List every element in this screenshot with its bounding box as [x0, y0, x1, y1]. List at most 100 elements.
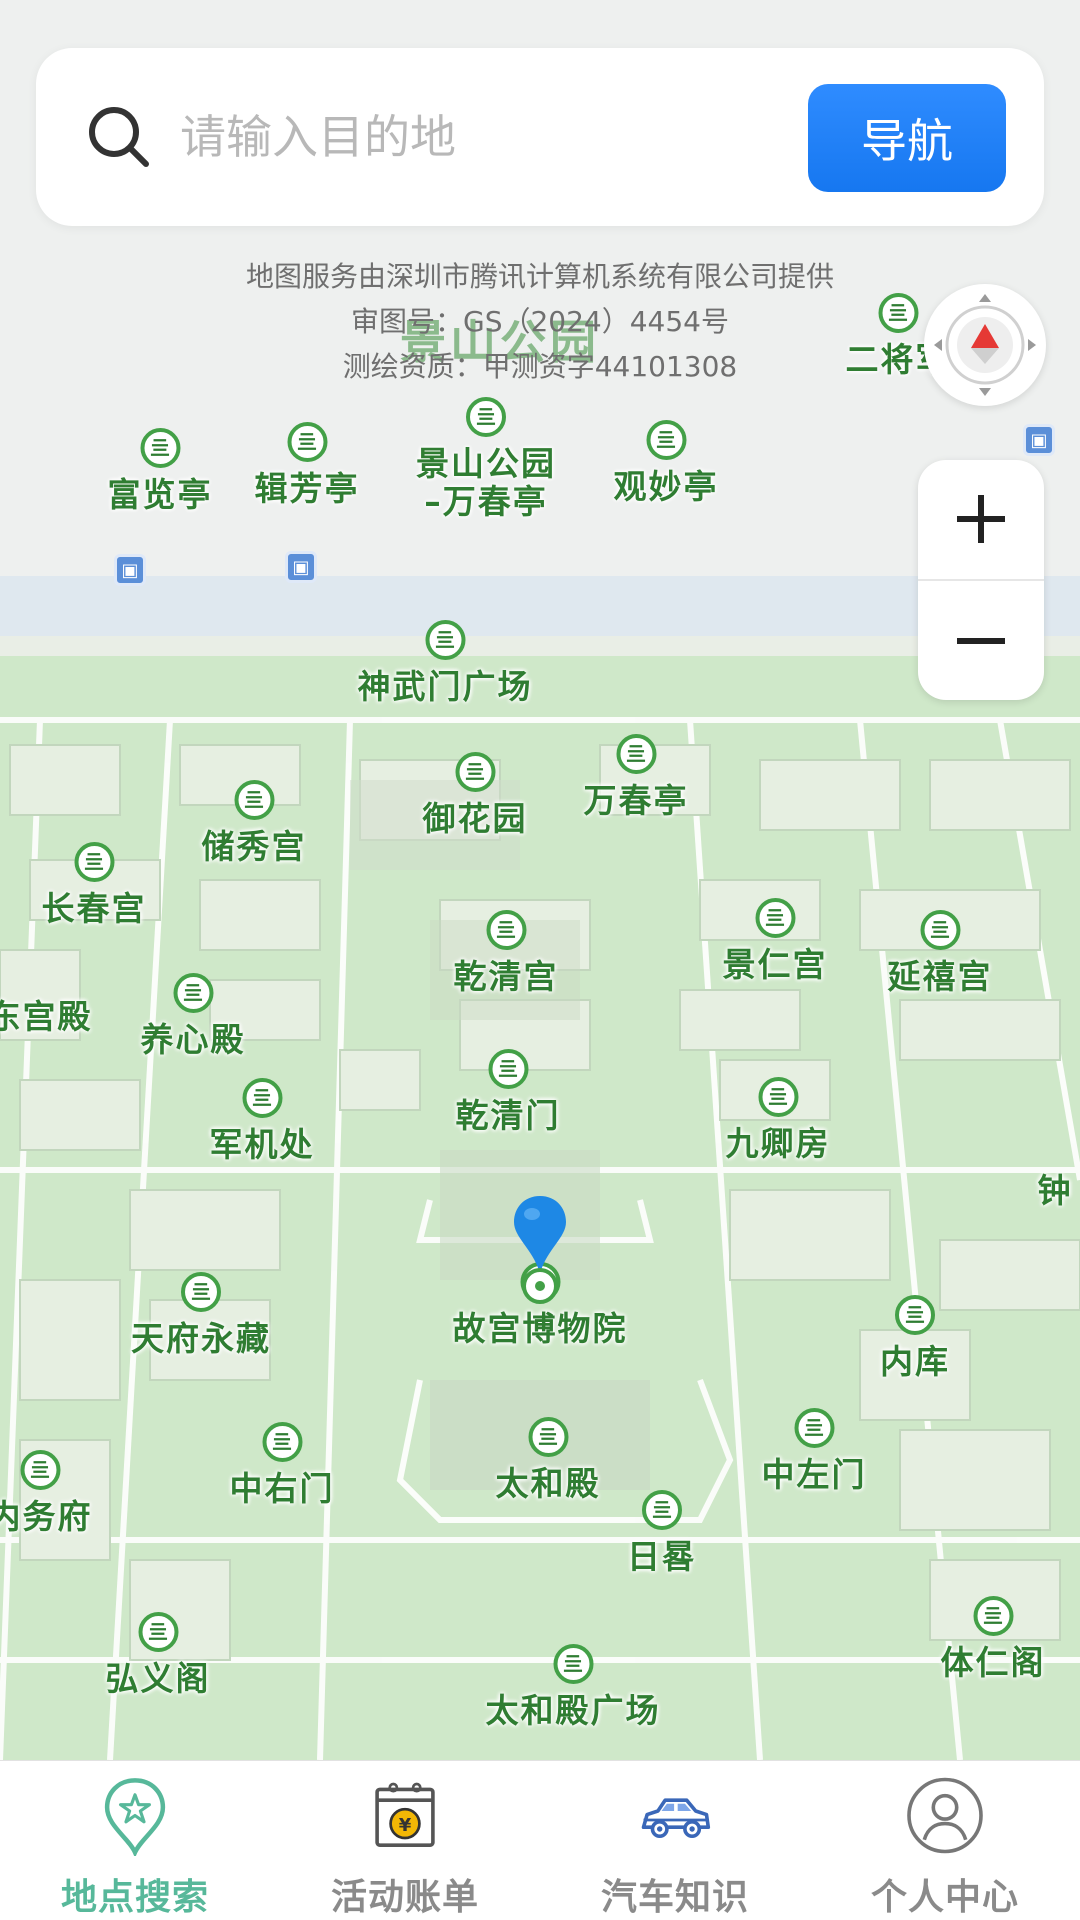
poi-marker[interactable]: 亖 辑芳亭	[255, 422, 360, 508]
poi-icon: 亖	[74, 842, 114, 882]
poi-icon: 亖	[646, 420, 686, 460]
poi-marker[interactable]: 亖 东宫殿	[0, 950, 93, 1036]
poi-label: 中右门	[229, 1469, 335, 1508]
poi-label: 辑芳亭	[254, 469, 360, 508]
poi-icon: 亖	[488, 1049, 528, 1089]
poi-label: 富览亭	[107, 475, 213, 514]
poi-label: 景仁宫	[722, 945, 828, 984]
poi-marker[interactable]: 亖 富览亭	[108, 428, 213, 514]
zoom-control	[918, 460, 1044, 700]
poi-marker[interactable]: 亖 内库	[880, 1295, 950, 1381]
poi-icon: 亖	[234, 780, 274, 820]
zoom-in-button[interactable]	[918, 460, 1044, 578]
poi-label: 御花园	[422, 799, 528, 838]
poi-marker[interactable]: 亖 乾清宫	[454, 910, 559, 996]
poi-icon: 亖	[920, 910, 960, 950]
zoom-out-button[interactable]	[918, 582, 1044, 700]
zoom-divider	[918, 579, 1044, 581]
tab-label: 活动账单	[330, 1877, 479, 1918]
poi-label: 观妙亭	[613, 467, 719, 506]
poi-marker[interactable]: 亖 观妙亭	[614, 420, 719, 506]
map-attribution: 地图服务由深圳市腾讯计算机系统有限公司提供 审图号：GS（2024）4454号 …	[0, 254, 1080, 389]
poi-marker[interactable]: 亖 储秀宫	[202, 780, 307, 866]
poi-label: 储秀宫	[201, 827, 307, 866]
poi-marker[interactable]: 亖 体仁阁	[941, 1596, 1046, 1682]
poi-marker[interactable]: 亖 中右门	[230, 1422, 335, 1508]
poi-marker[interactable]: 亖 军机处	[210, 1078, 315, 1164]
poi-icon: 亖	[895, 1295, 935, 1335]
poi-marker[interactable]: 亖 九卿房	[726, 1077, 831, 1163]
tab-location-search[interactable]: 地点搜索	[0, 1761, 270, 1920]
poi-marker[interactable]: 亖 钟	[1035, 1124, 1075, 1210]
poi-label: 养心殿	[140, 1020, 246, 1059]
attribution-line: 地图服务由深圳市腾讯计算机系统有限公司提供	[245, 260, 834, 293]
bus-stop-icon[interactable]: ▣	[285, 551, 317, 583]
poi-icon: 亖	[425, 620, 465, 660]
attribution-line: 测绘资质：甲测资字44101308	[342, 350, 738, 383]
poi-label: 乾清门	[455, 1096, 561, 1135]
poi-label: 军机处	[209, 1125, 315, 1164]
bus-stop-icon[interactable]: ▣	[1023, 424, 1055, 456]
svg-text:¥: ¥	[399, 1815, 412, 1836]
poi-marker[interactable]: 亖 太和殿广场	[486, 1644, 661, 1730]
poi-label: 神武门广场	[357, 667, 533, 706]
poi-marker[interactable]: 亖 万春亭	[584, 734, 689, 820]
tab-label: 地点搜索	[60, 1877, 209, 1918]
poi-marker[interactable]: 亖 太和殿	[496, 1417, 601, 1503]
poi-icon: 亖	[973, 1596, 1013, 1636]
poi-label: 故宫博物院	[452, 1309, 628, 1348]
poi-label: 东宫殿	[0, 997, 93, 1036]
tab-label: 个人中心	[870, 1877, 1019, 1918]
poi-icon: 亖	[173, 973, 213, 1013]
poi-label: 长春宫	[41, 889, 147, 928]
poi-marker[interactable]: 亖 景山公园 –万春亭	[416, 397, 556, 521]
poi-marker[interactable]: 亖 养心殿	[141, 973, 246, 1059]
poi-label: 九卿房	[725, 1124, 831, 1163]
poi-label: 太和殿	[495, 1464, 601, 1503]
poi-marker[interactable]: 亖 神武门广场	[358, 620, 533, 706]
poi-marker[interactable]: 亖 内务府	[0, 1450, 93, 1536]
navigate-button[interactable]: 导航	[808, 84, 1006, 192]
tab-activity-bill[interactable]: ¥ 活动账单	[270, 1761, 540, 1920]
poi-marker[interactable]: 亖 景仁宫	[723, 898, 828, 984]
poi-icon: 亖	[758, 1077, 798, 1117]
search-input[interactable]	[180, 88, 800, 186]
poi-marker[interactable]: 亖 延禧宫	[888, 910, 993, 996]
poi-label: 中左门	[761, 1455, 867, 1494]
poi-icon: 亖	[553, 1644, 593, 1684]
tab-personal-center[interactable]: 个人中心	[810, 1761, 1080, 1920]
poi-marker[interactable]: 亖 弘义阁	[106, 1612, 211, 1698]
poi-label: 万春亭	[583, 781, 689, 820]
plus-icon	[957, 495, 1005, 543]
poi-icon: 亖	[486, 910, 526, 950]
poi-marker[interactable]: 亖 天府永藏	[131, 1272, 271, 1358]
compass-icon	[934, 294, 1036, 396]
poi-marker[interactable]: 亖 御花园	[423, 752, 528, 838]
search-icon[interactable]	[86, 104, 152, 170]
poi-icon: 亖	[287, 422, 327, 462]
location-pin-icon[interactable]	[510, 1194, 570, 1304]
poi-label: 延禧宫	[887, 957, 993, 996]
poi-label: 太和殿广场	[485, 1691, 661, 1730]
poi-marker[interactable]: 亖 乾清门	[456, 1049, 561, 1135]
tab-car-knowledge[interactable]: 汽车知识	[540, 1761, 810, 1920]
calendar-yuan-icon: ¥	[375, 1782, 435, 1847]
poi-icon: 亖	[262, 1422, 302, 1462]
user-icon	[907, 1777, 983, 1854]
tab-label: 汽车知识	[600, 1877, 749, 1918]
bus-stop-icon[interactable]: ▣	[114, 554, 146, 586]
attribution-line: 审图号：GS（2024）4454号	[351, 305, 729, 338]
compass-button[interactable]	[924, 284, 1046, 406]
poi-icon: 亖	[616, 734, 656, 774]
poi-label: 天府永藏	[131, 1319, 271, 1358]
poi-marker[interactable]: 亖 长春宫	[42, 842, 147, 928]
poi-label: 体仁阁	[940, 1643, 1046, 1682]
poi-marker[interactable]: 亖 中左门	[762, 1408, 867, 1494]
poi-label: 景山公园 –万春亭	[416, 444, 556, 521]
poi-label: 内务府	[0, 1497, 93, 1536]
car-icon	[641, 1798, 711, 1838]
minus-icon	[957, 638, 1005, 644]
poi-label: 乾清宫	[453, 957, 559, 996]
poi-marker[interactable]: 亖 日晷	[627, 1490, 697, 1576]
poi-icon: 亖	[755, 898, 795, 938]
